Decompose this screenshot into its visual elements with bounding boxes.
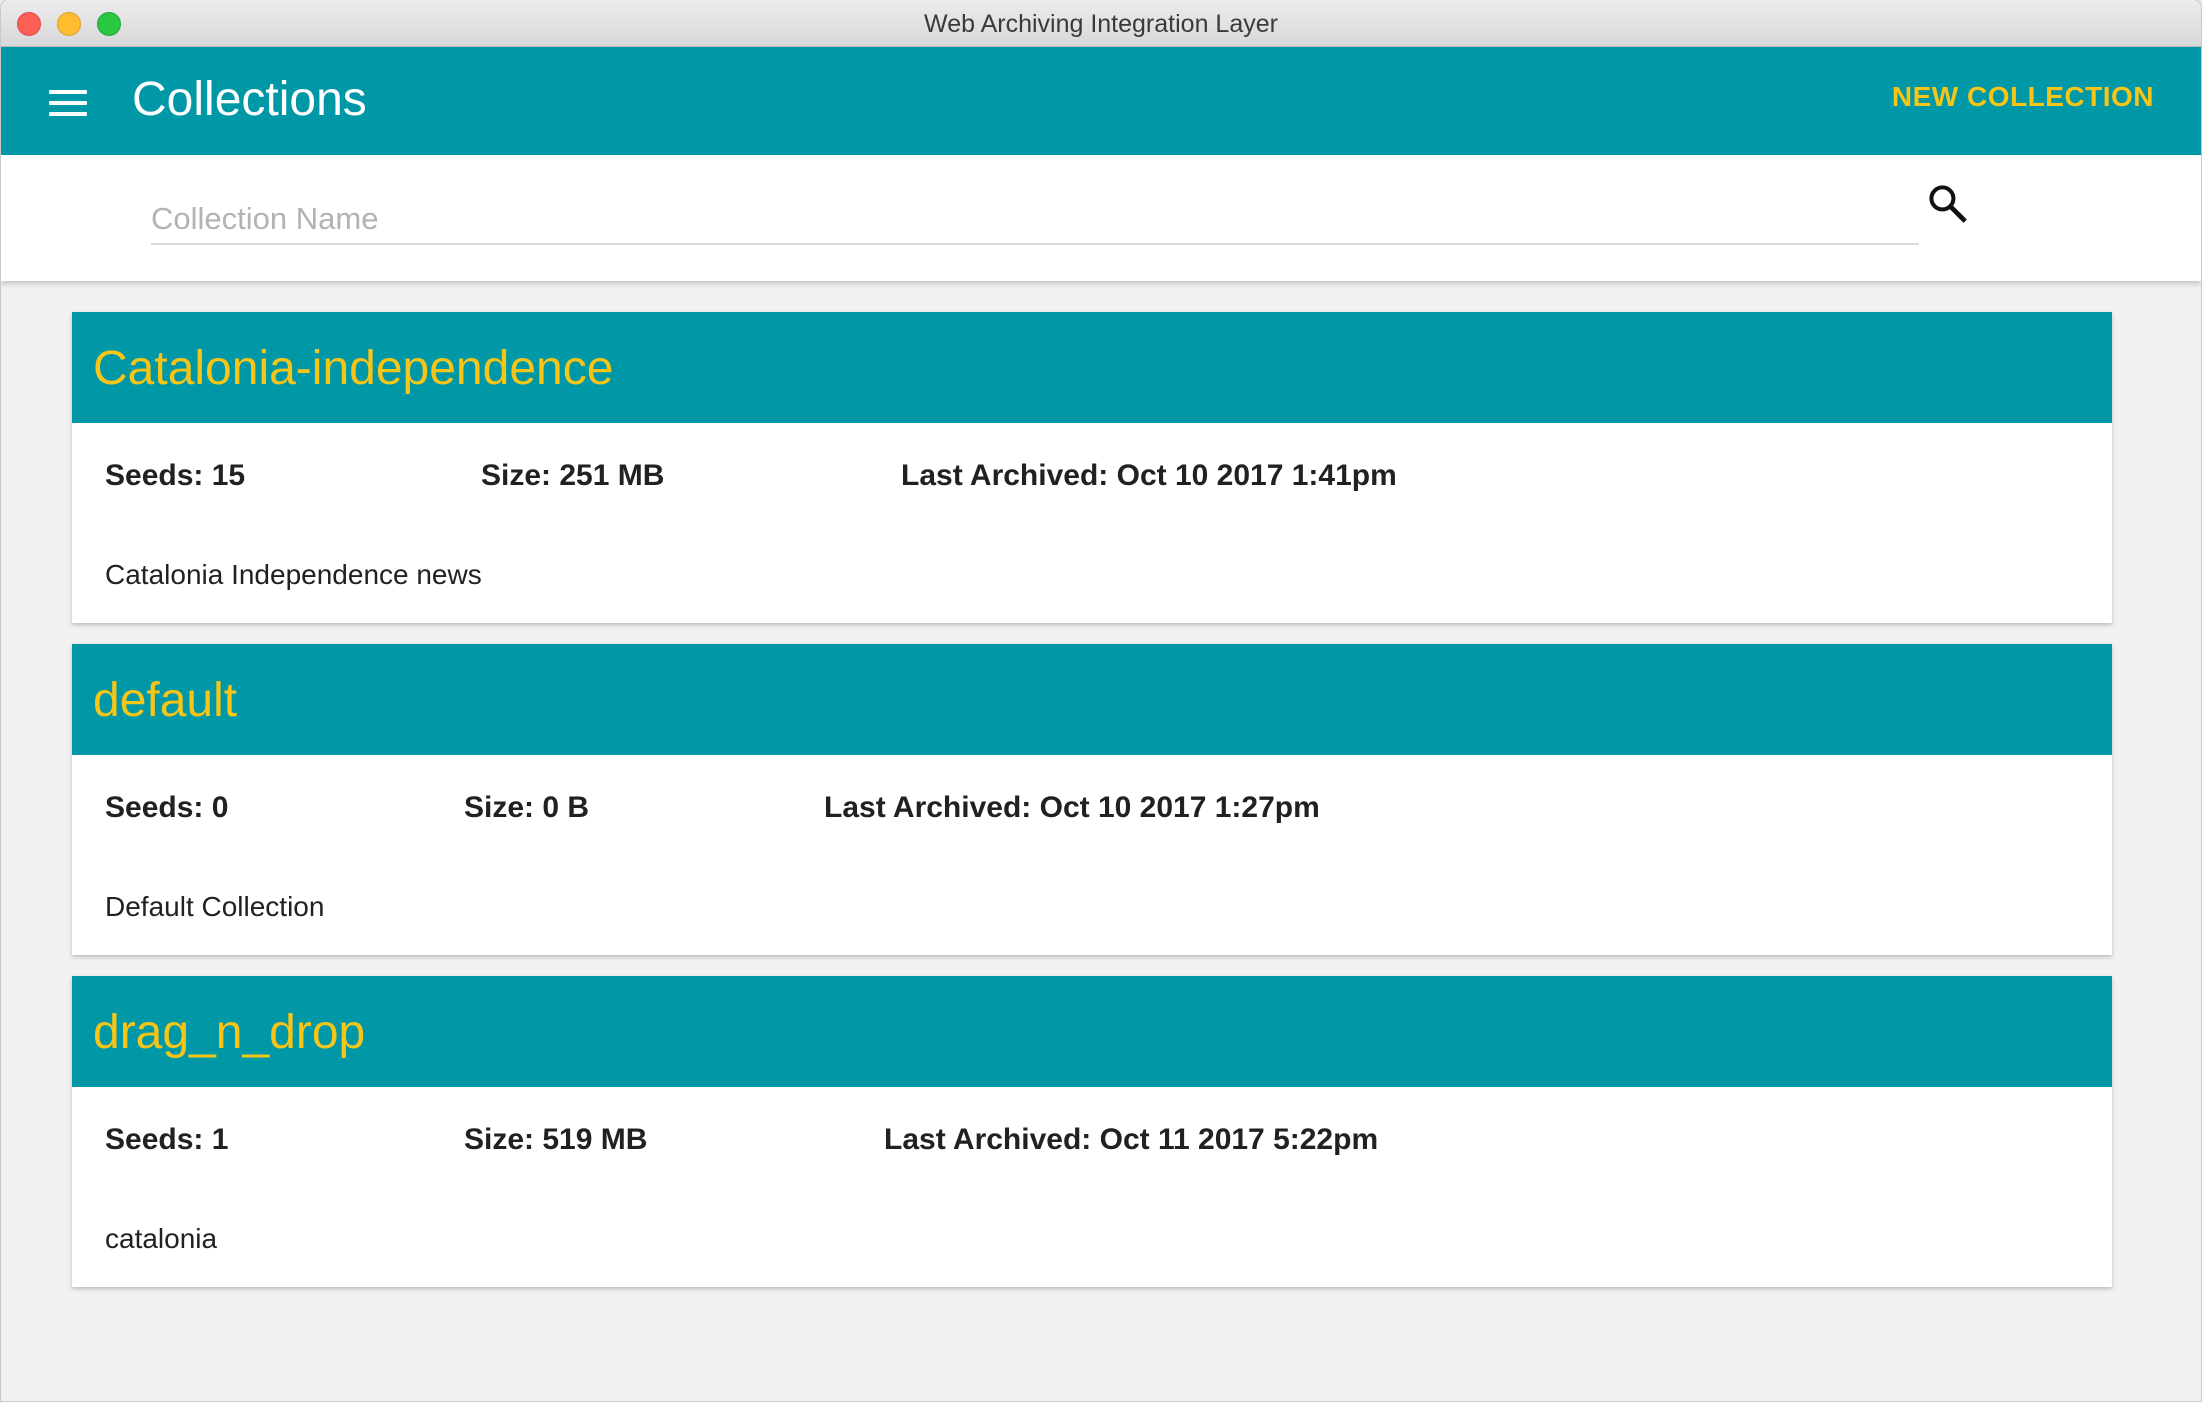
collection-card-header[interactable]: Catalonia-independence	[72, 312, 2112, 423]
collection-size: Size: 0 B	[464, 791, 590, 824]
window-title: Web Archiving Integration Layer	[924, 10, 1278, 38]
collection-card-body: Seeds: 15 Size: 251 MB Last Archived: Oc…	[72, 423, 2112, 623]
search-icon[interactable]	[1925, 181, 1969, 225]
collection-list: Catalonia-independence Seeds: 15 Size: 2…	[72, 312, 2112, 1308]
app-bar: Collections NEW COLLECTION	[1, 47, 2201, 155]
collection-seeds: Seeds: 0	[105, 791, 229, 824]
collection-description: catalonia	[105, 1223, 218, 1254]
collection-card[interactable]: drag_n_drop Seeds: 1 Size: 519 MB Last A…	[72, 976, 2112, 1287]
collection-card-body: Seeds: 1 Size: 519 MB Last Archived: Oct…	[72, 1087, 2112, 1287]
collection-card[interactable]: default Seeds: 0 Size: 0 B Last Archived…	[72, 644, 2112, 955]
collection-size: Size: 519 MB	[464, 1123, 648, 1156]
collection-seeds: Seeds: 15	[105, 459, 246, 492]
new-collection-button[interactable]: NEW COLLECTION	[1892, 77, 2154, 117]
collection-seeds: Seeds: 1	[105, 1123, 229, 1156]
app-window: Web Archiving Integration Layer Collecti…	[1, 0, 2201, 1401]
window-titlebar: Web Archiving Integration Layer	[1, 0, 2201, 47]
collection-size: Size: 251 MB	[481, 459, 665, 492]
search-bar	[1, 155, 2201, 281]
collection-name[interactable]: drag_n_drop	[93, 1004, 365, 1062]
collection-description: Catalonia Independence news	[105, 559, 482, 590]
collection-name[interactable]: Catalonia-independence	[93, 340, 613, 398]
collection-description: Default Collection	[105, 891, 325, 922]
collection-card[interactable]: Catalonia-independence Seeds: 15 Size: 2…	[72, 312, 2112, 623]
collection-last-archived: Last Archived: Oct 10 2017 1:27pm	[824, 791, 1320, 824]
page-title: Collections	[132, 73, 367, 126]
hamburger-menu-icon[interactable]	[49, 90, 87, 116]
collection-name-search-input[interactable]	[151, 195, 1919, 245]
collection-card-header[interactable]: drag_n_drop	[72, 976, 2112, 1087]
collection-card-header[interactable]: default	[72, 644, 2112, 755]
collection-last-archived: Last Archived: Oct 10 2017 1:41pm	[901, 459, 1397, 492]
collection-last-archived: Last Archived: Oct 11 2017 5:22pm	[884, 1123, 1379, 1156]
collection-card-body: Seeds: 0 Size: 0 B Last Archived: Oct 10…	[72, 755, 2112, 955]
collection-name[interactable]: default	[93, 672, 237, 730]
